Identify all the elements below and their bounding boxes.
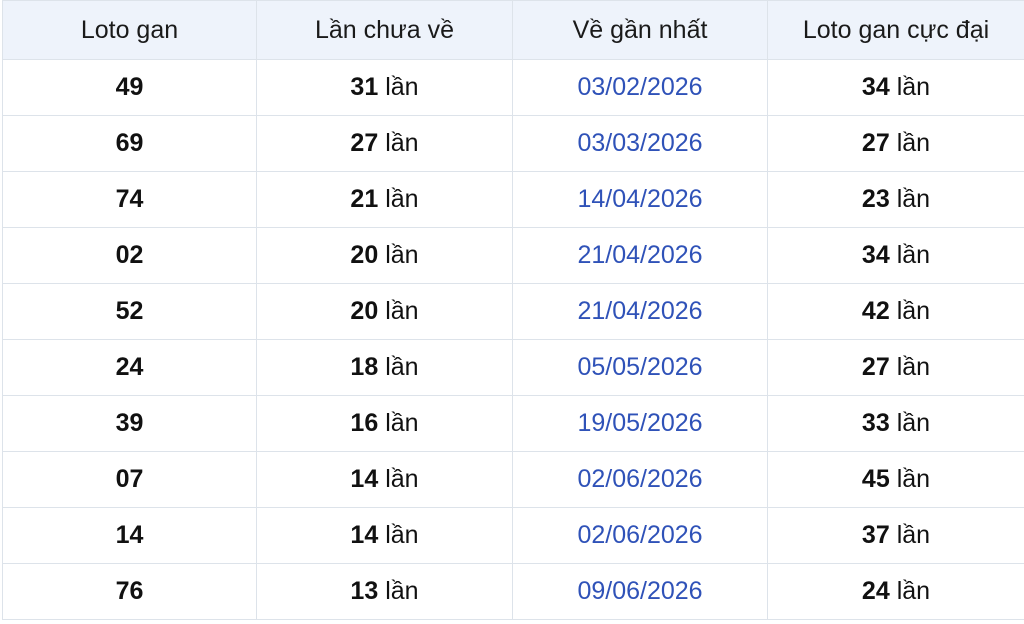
missed-count-cell: 21 lần <box>256 171 513 228</box>
max-gan-cell: 34 lần <box>767 59 1024 116</box>
missed-unit: lần <box>385 465 419 493</box>
last-date-cell: 09/06/2026 <box>512 563 768 620</box>
last-date-cell: 03/03/2026 <box>512 115 768 172</box>
max-gan-unit: lần <box>896 241 931 269</box>
max-gan-count: 24 <box>861 577 890 605</box>
loto-number-cell: 24 <box>2 339 257 396</box>
missed-count-cell: 27 lần <box>256 115 513 172</box>
table-row: 02 20 lần 21/04/2026 34 lần <box>2 227 1024 284</box>
missed-count: 31 <box>350 73 379 101</box>
table-row: 07 14 lần 02/06/2026 45 lần <box>2 451 1024 508</box>
loto-number-cell: 49 <box>2 59 257 116</box>
max-gan-unit: lần <box>896 185 931 213</box>
missed-count-cell: 14 lần <box>256 451 513 508</box>
missed-unit: lần <box>385 353 419 381</box>
last-date-cell: 14/04/2026 <box>512 171 768 228</box>
max-gan-cell: 27 lần <box>767 115 1024 172</box>
max-gan-count: 34 <box>861 73 890 101</box>
table-row: 52 20 lần 21/04/2026 42 lần <box>2 283 1024 340</box>
missed-count: 27 <box>350 129 379 157</box>
missed-count-cell: 20 lần <box>256 227 513 284</box>
loto-number-cell: 02 <box>2 227 257 284</box>
max-gan-count: 34 <box>861 241 890 269</box>
missed-count: 18 <box>350 353 379 381</box>
header-row: Loto gan Lần chưa về Về gần nhất Loto ga… <box>2 0 1024 60</box>
table-row: 74 21 lần 14/04/2026 23 lần <box>2 171 1024 228</box>
loto-number-cell: 39 <box>2 395 257 452</box>
table-body: 49 31 lần 03/02/2026 34 lần 69 27 lần 03… <box>2 59 1024 620</box>
max-gan-cell: 24 lần <box>767 563 1024 620</box>
header-ve-gan-nhat: Về gần nhất <box>512 0 768 60</box>
last-date-cell: 21/04/2026 <box>512 227 768 284</box>
table-row: 14 14 lần 02/06/2026 37 lần <box>2 507 1024 564</box>
table-header: Loto gan Lần chưa về Về gần nhất Loto ga… <box>2 0 1024 60</box>
max-gan-unit: lần <box>896 297 931 325</box>
missed-count: 21 <box>350 185 379 213</box>
missed-unit: lần <box>385 185 419 213</box>
table-row: 24 18 lần 05/05/2026 27 lần <box>2 339 1024 396</box>
loto-number-cell: 07 <box>2 451 257 508</box>
missed-unit: lần <box>385 521 419 549</box>
loto-number-cell: 14 <box>2 507 257 564</box>
missed-count-cell: 14 lần <box>256 507 513 564</box>
header-loto-gan: Loto gan <box>2 0 257 60</box>
header-loto-gan-cuc-dai: Loto gan cực đại <box>767 0 1024 60</box>
max-gan-count: 27 <box>861 129 890 157</box>
max-gan-count: 27 <box>861 353 890 381</box>
last-date-cell: 05/05/2026 <box>512 339 768 396</box>
missed-unit: lần <box>385 241 419 269</box>
missed-unit: lần <box>385 129 419 157</box>
missed-count: 14 <box>350 521 379 549</box>
max-gan-unit: lần <box>896 129 931 157</box>
max-gan-count: 23 <box>861 185 890 213</box>
missed-count-cell: 16 lần <box>256 395 513 452</box>
max-gan-unit: lần <box>896 409 931 437</box>
max-gan-count: 33 <box>861 409 890 437</box>
max-gan-cell: 23 lần <box>767 171 1024 228</box>
missed-count: 13 <box>350 577 379 605</box>
missed-unit: lần <box>385 73 419 101</box>
missed-count: 14 <box>350 465 379 493</box>
missed-count: 20 <box>350 297 379 325</box>
max-gan-cell: 27 lần <box>767 339 1024 396</box>
max-gan-count: 42 <box>861 297 890 325</box>
last-date-cell: 21/04/2026 <box>512 283 768 340</box>
max-gan-unit: lần <box>896 465 931 493</box>
missed-unit: lần <box>385 409 419 437</box>
max-gan-cell: 34 lần <box>767 227 1024 284</box>
loto-number-cell: 76 <box>2 563 257 620</box>
table-row: 76 13 lần 09/06/2026 24 lần <box>2 563 1024 620</box>
table-row: 39 16 lần 19/05/2026 33 lần <box>2 395 1024 452</box>
last-date-cell: 02/06/2026 <box>512 507 768 564</box>
max-gan-cell: 45 lần <box>767 451 1024 508</box>
max-gan-cell: 33 lần <box>767 395 1024 452</box>
loto-number-cell: 74 <box>2 171 257 228</box>
max-gan-count: 37 <box>861 521 890 549</box>
loto-number-cell: 52 <box>2 283 257 340</box>
missed-count-cell: 13 lần <box>256 563 513 620</box>
max-gan-cell: 42 lần <box>767 283 1024 340</box>
missed-count-cell: 18 lần <box>256 339 513 396</box>
max-gan-unit: lần <box>896 73 931 101</box>
max-gan-unit: lần <box>896 577 931 605</box>
max-gan-unit: lần <box>896 353 931 381</box>
table-row: 69 27 lần 03/03/2026 27 lần <box>2 115 1024 172</box>
loto-gan-table: Loto gan Lần chưa về Về gần nhất Loto ga… <box>2 0 1024 620</box>
max-gan-unit: lần <box>896 521 931 549</box>
missed-count-cell: 31 lần <box>256 59 513 116</box>
missed-count: 16 <box>350 409 379 437</box>
max-gan-count: 45 <box>861 465 890 493</box>
missed-count: 20 <box>350 241 379 269</box>
missed-unit: lần <box>385 577 419 605</box>
missed-unit: lần <box>385 297 419 325</box>
missed-count-cell: 20 lần <box>256 283 513 340</box>
last-date-cell: 19/05/2026 <box>512 395 768 452</box>
table-row: 49 31 lần 03/02/2026 34 lần <box>2 59 1024 116</box>
max-gan-cell: 37 lần <box>767 507 1024 564</box>
loto-number-cell: 69 <box>2 115 257 172</box>
last-date-cell: 02/06/2026 <box>512 451 768 508</box>
header-lan-chua-ve: Lần chưa về <box>256 0 513 60</box>
last-date-cell: 03/02/2026 <box>512 59 768 116</box>
